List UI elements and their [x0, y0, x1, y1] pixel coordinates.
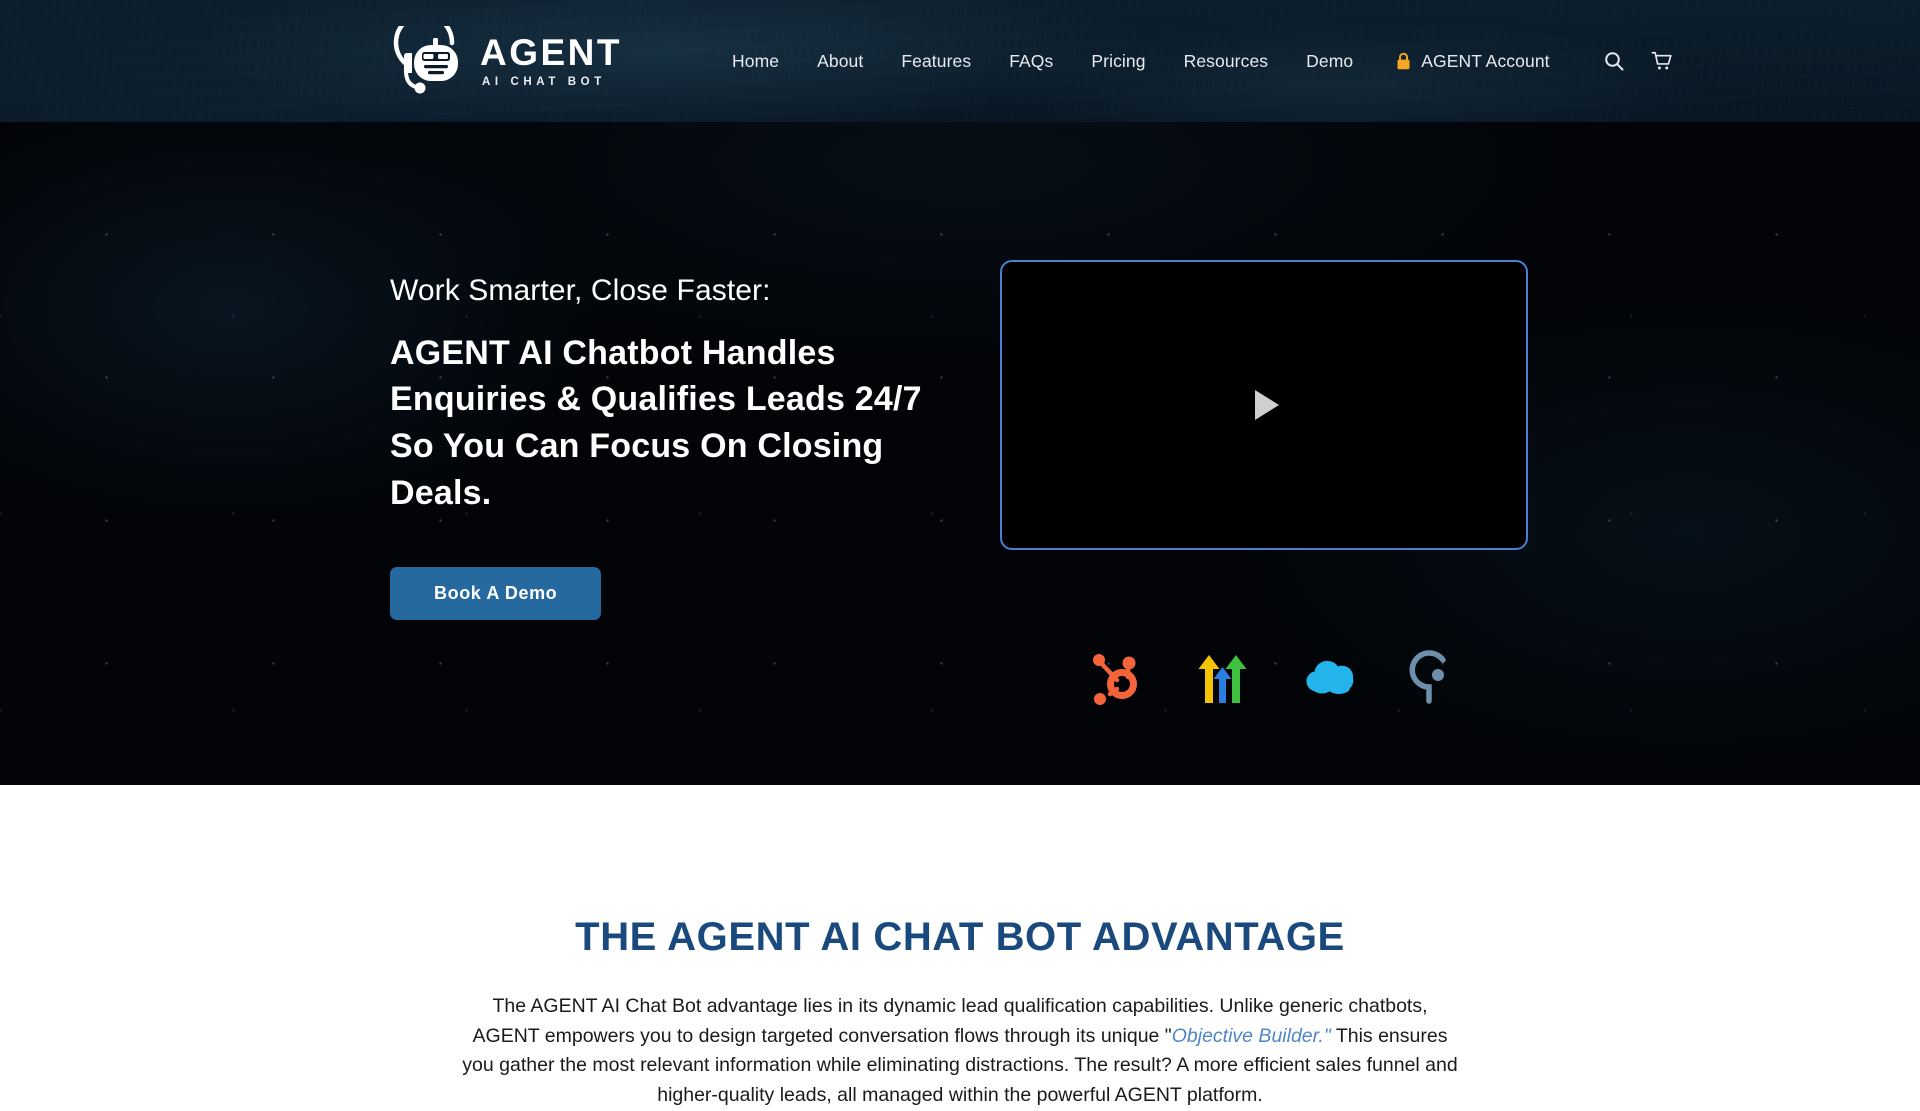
pipedrive-logo [1409, 650, 1446, 704]
salesforce-cloud-logo [1306, 660, 1354, 694]
agent-account-label: AGENT Account [1421, 50, 1550, 71]
advantage-heading: THE AGENT AI CHAT BOT ADVANTAGE [575, 915, 1345, 959]
hero-video-player[interactable] [1000, 260, 1528, 550]
agent-robot-headset-icon [393, 26, 458, 94]
cart-icon[interactable] [1651, 50, 1673, 72]
search-icon[interactable] [1603, 50, 1625, 72]
site-logo[interactable]: AGENT AI CHAT BOT [392, 26, 622, 96]
nav-item-agent-account[interactable]: AGENT Account [1372, 45, 1568, 78]
nav-item-demo[interactable]: Demo [1287, 45, 1372, 78]
header-icon-group [1603, 50, 1673, 72]
nav-item-pricing[interactable]: Pricing [1072, 45, 1164, 78]
advantage-body-text: The AGENT AI Chat Bot advantage lies in … [460, 992, 1460, 1111]
main-navigation: Home About Features FAQs Pricing Resourc… [713, 45, 1673, 78]
lock-icon [1397, 52, 1410, 70]
hero-copy-block: Work Smarter, Close Faster: AGENT AI Cha… [390, 272, 970, 621]
advantage-section: THE AGENT AI CHAT BOT ADVANTAGE The AGEN… [0, 785, 1920, 1106]
hero-section: Work Smarter, Close Faster: AGENT AI Cha… [0, 122, 1920, 785]
nav-item-about[interactable]: About [798, 45, 882, 78]
objective-builder-link[interactable]: Objective Builder." [1172, 1025, 1331, 1047]
logo-tagline: AI CHAT BOT [482, 76, 606, 88]
hero-title: AGENT AI Chatbot Handles Enquiries & Qua… [390, 333, 922, 513]
site-header: AGENT AI CHAT BOT Home About Features FA… [0, 0, 1920, 122]
hubspot-logo [1093, 654, 1137, 705]
zoho-arrows-logo [1198, 655, 1247, 703]
book-a-demo-button[interactable]: Book A Demo [390, 567, 602, 621]
nav-item-faqs[interactable]: FAQs [990, 45, 1072, 78]
integration-logo-row [1085, 647, 1468, 709]
nav-item-home[interactable]: Home [713, 45, 798, 78]
play-triangle-icon[interactable] [1255, 390, 1279, 420]
logo-wordmark: AGENT [480, 32, 622, 73]
nav-item-features[interactable]: Features [882, 45, 990, 78]
hero-eyebrow: Work Smarter, Close Faster: [390, 274, 771, 307]
nav-item-resources[interactable]: Resources [1165, 45, 1288, 78]
